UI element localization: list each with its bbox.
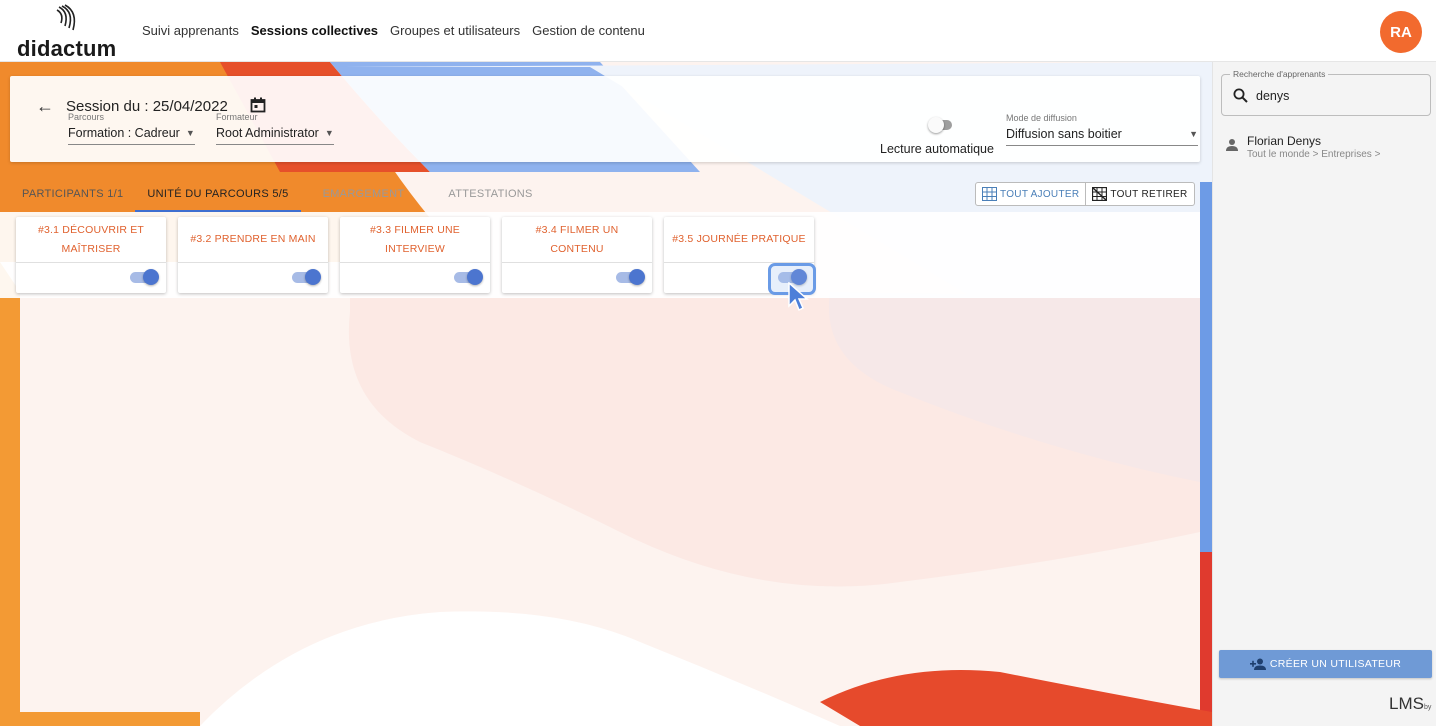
toggle-knob — [928, 117, 944, 133]
back-arrow-icon[interactable]: ← — [36, 96, 54, 117]
formateur-select[interactable]: Formateur Root Administrator ▼ — [216, 112, 334, 145]
person-icon — [1226, 139, 1238, 151]
bulk-actions: TOUT AJOUTER TOUT RETIRER — [975, 182, 1195, 206]
unit-title: #3.3 FILMER UNE INTERVIEW — [340, 217, 490, 263]
auto-read-toggle[interactable] — [928, 117, 952, 133]
nav-gestion-contenu[interactable]: Gestion de contenu — [532, 23, 645, 38]
toggle-knob — [143, 269, 159, 285]
lms-brand: LMSby — [1389, 694, 1431, 714]
toggle-knob — [305, 269, 321, 285]
tab-attestations[interactable]: ATTESTATIONS — [436, 180, 544, 212]
parcours-select[interactable]: Parcours Formation : Cadreur ▼ — [68, 112, 195, 145]
parcours-value: Formation : Cadreur — [68, 126, 180, 140]
auto-read-label: Lecture automatique — [880, 142, 994, 156]
calendar-icon[interactable] — [250, 97, 266, 113]
unit-toggle[interactable] — [292, 269, 321, 285]
remove-all-button[interactable]: TOUT RETIRER — [1086, 183, 1193, 205]
create-user-button[interactable]: CRÉER UN UTILISATEUR — [1219, 650, 1432, 678]
caret-down-icon: ▼ — [324, 128, 334, 138]
learner-search-input[interactable]: Recherche d'apprenants denys — [1221, 69, 1431, 116]
unit-title: #3.5 JOURNÉE PRATIQUE — [664, 217, 814, 263]
list-item[interactable]: Florian Denys Tout le monde > Entreprise… — [1225, 134, 1380, 160]
logo-text: didactum — [17, 36, 117, 61]
toggle-knob — [467, 269, 483, 285]
tab-participants[interactable]: PARTICIPANTS 1/1 — [10, 180, 135, 212]
diffusion-value: Diffusion sans boitier — [1006, 127, 1122, 141]
tab-unites-parcours[interactable]: UNITÉ DU PARCOURS 5/5 — [135, 180, 301, 212]
search-label: Recherche d'apprenants — [1230, 69, 1329, 79]
avatar[interactable]: RA — [1380, 11, 1422, 53]
formateur-value: Root Administrator — [216, 126, 319, 140]
grid-add-icon — [982, 187, 997, 201]
lms-brand-text: LMS — [1389, 694, 1424, 713]
diffusion-label: Mode de diffusion — [1006, 113, 1077, 123]
unit-title: #3.4 FILMER UN CONTENU — [502, 217, 652, 263]
unit-title: #3.2 PRENDRE EN MAIN — [178, 217, 328, 263]
create-user-label: CRÉER UN UTILISATEUR — [1269, 658, 1402, 670]
top-bar: didactum Suivi apprenants Sessions colle… — [0, 0, 1436, 62]
unit-card: #3.1 DÉCOUVRIR ET MAÎTRISER — [16, 217, 166, 293]
lms-by-text: by — [1423, 704, 1432, 711]
search-icon — [1233, 88, 1248, 103]
toggle-knob — [629, 269, 645, 285]
user-name: Florian Denys — [1247, 134, 1322, 148]
tab-emargement[interactable]: EMARGEMENT — [311, 180, 417, 212]
unit-title: #3.1 DÉCOUVRIR ET MAÎTRISER — [16, 217, 166, 263]
main-nav: Suivi apprenants Sessions collectives Gr… — [142, 23, 645, 38]
unit-card: #3.2 PRENDRE EN MAIN — [178, 217, 328, 293]
search-value: denys — [1256, 89, 1290, 103]
main-area: ← Session du : 25/04/2022 Parcours Forma… — [0, 62, 1212, 726]
logo[interactable]: didactum — [17, 4, 127, 61]
right-sidebar: Recherche d'apprenants denys Florian Den… — [1212, 62, 1436, 726]
caret-down-icon: ▼ — [1189, 129, 1198, 139]
logo-fingerprint-icon — [56, 4, 76, 31]
remove-all-label: TOUT RETIRER — [1110, 188, 1188, 200]
unit-card: #3.4 FILMER UN CONTENU — [502, 217, 652, 293]
unit-toggle[interactable] — [130, 269, 159, 285]
user-path: Tout le monde > Entreprises > — [1247, 149, 1381, 160]
nav-groupes-utilisateurs[interactable]: Groupes et utilisateurs — [390, 23, 520, 38]
caret-down-icon: ▼ — [185, 128, 195, 138]
tab-bar: PARTICIPANTS 1/1 UNITÉ DU PARCOURS 5/5 E… — [10, 180, 545, 212]
diffusion-select[interactable]: Mode de diffusion Diffusion sans boitier… — [1006, 113, 1198, 146]
unit-card: #3.3 FILMER UNE INTERVIEW — [340, 217, 490, 293]
add-all-label: TOUT AJOUTER — [1000, 188, 1080, 200]
grid-remove-icon — [1092, 187, 1108, 201]
add-all-button[interactable]: TOUT AJOUTER — [976, 183, 1087, 205]
mouse-cursor-icon — [788, 282, 809, 312]
unit-toggle[interactable] — [454, 269, 483, 285]
nav-suivi-apprenants[interactable]: Suivi apprenants — [142, 23, 239, 38]
parcours-label: Parcours — [68, 112, 105, 122]
unit-toggle[interactable] — [616, 269, 645, 285]
nav-sessions-collectives[interactable]: Sessions collectives — [251, 23, 378, 38]
add-user-icon — [1249, 658, 1266, 670]
session-header-card: ← Session du : 25/04/2022 Parcours Forma… — [10, 76, 1200, 162]
formateur-label: Formateur — [216, 112, 258, 122]
